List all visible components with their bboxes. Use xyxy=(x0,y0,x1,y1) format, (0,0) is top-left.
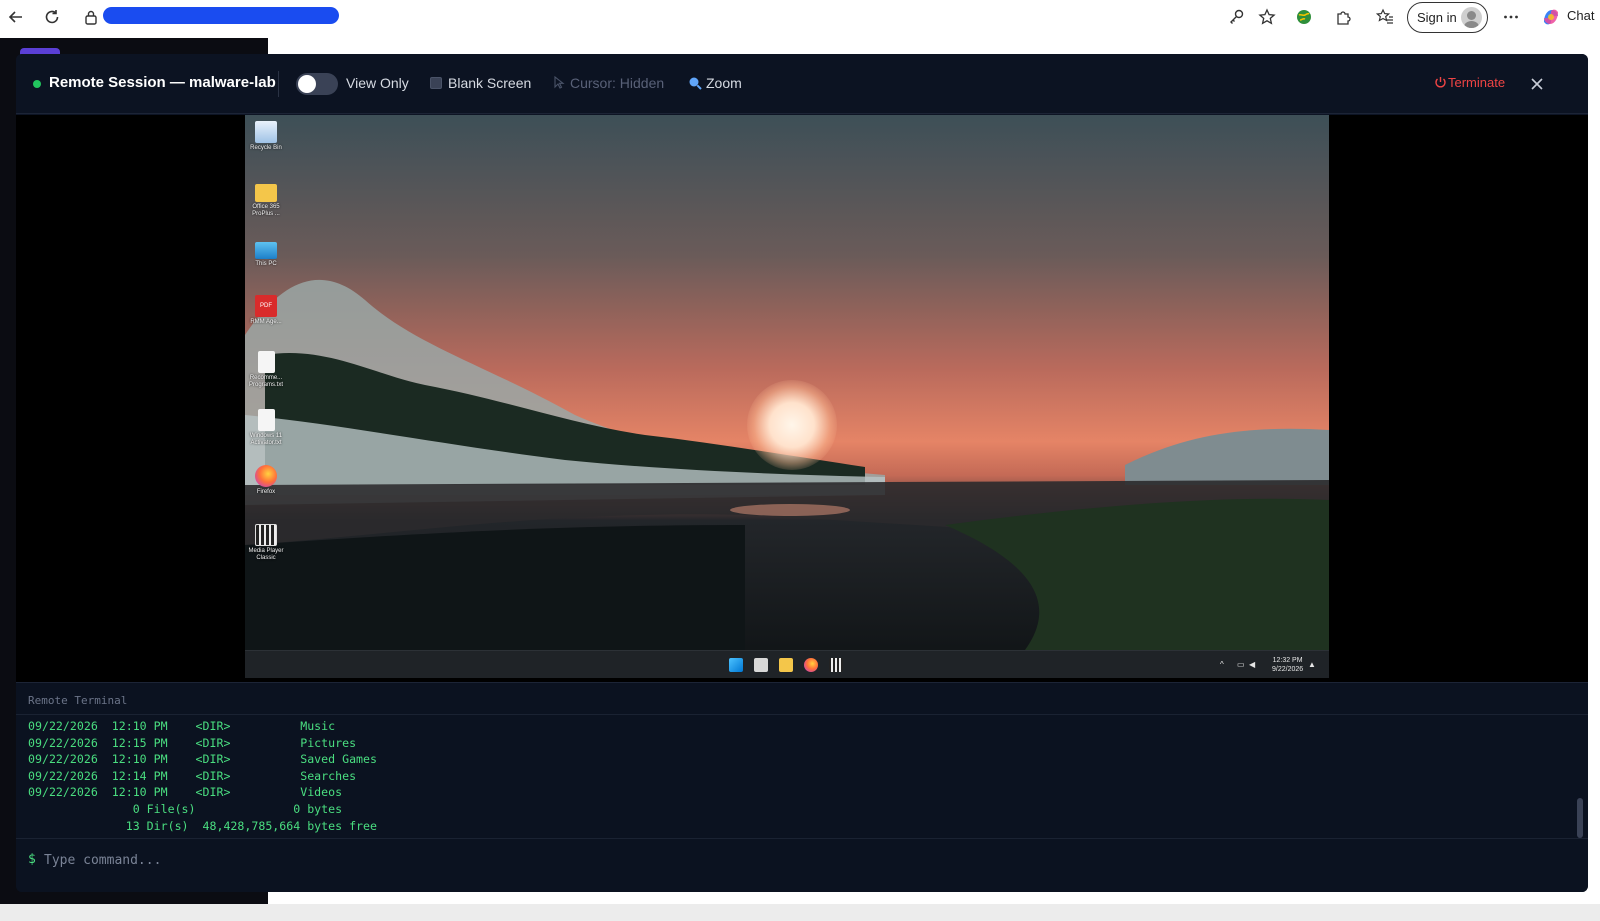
desktop-icon-label: Media Player Classic xyxy=(248,548,284,561)
cursor-hidden-label[interactable]: Cursor: Hidden xyxy=(570,75,664,91)
terminal-input-divider xyxy=(16,838,1588,839)
remote-screen-view[interactable]: Recycle Bin Office 365 ProPlus ... This … xyxy=(16,115,1588,682)
pdf-icon: PDF xyxy=(255,295,277,317)
desktop-icon[interactable]: Office 365 ProPlus ... xyxy=(246,180,286,218)
desktop-icon-label: Recomme... Programs.txt xyxy=(248,375,283,388)
desktop-icon-label: This PC xyxy=(255,261,277,267)
terminal-prompt: $ xyxy=(28,852,36,867)
view-only-toggle[interactable] xyxy=(296,73,338,95)
text-file-icon xyxy=(257,351,275,373)
terminal-line: 09/22/2026 12:15 PM <DIR> Pictures xyxy=(28,735,357,750)
underlying-page-footer xyxy=(0,904,1600,921)
network-icon[interactable]: ▭ xyxy=(1237,660,1247,669)
clock-date: 9/22/2026 xyxy=(1272,666,1304,673)
terminal-output: 09/22/2026 12:10 PM <DIR> Music 09/22/20… xyxy=(28,718,377,834)
desktop-icon-label: Firefox xyxy=(256,489,276,495)
desktop-icon[interactable]: Windows 11 Activator.txt xyxy=(246,409,286,447)
terminal-line: 13 Dir(s) 48,428,785,664 bytes free xyxy=(28,818,378,833)
address-bar-redacted[interactable] xyxy=(103,7,339,24)
taskbar-clock[interactable]: 12:32 PM 9/22/2026 xyxy=(1272,656,1303,674)
chat-label[interactable]: Chat xyxy=(1567,8,1594,23)
remote-desktop[interactable]: Recycle Bin Office 365 ProPlus ... This … xyxy=(245,115,1329,678)
refresh-icon[interactable] xyxy=(42,7,62,27)
desktop-icon[interactable]: PDF RMM Age... xyxy=(246,295,286,326)
connection-status-dot xyxy=(33,80,41,88)
cursor-icon xyxy=(552,75,566,90)
text-file-icon xyxy=(257,409,275,431)
zoom-label[interactable]: Zoom xyxy=(706,75,742,91)
sign-in-label: Sign in xyxy=(1417,10,1457,25)
volume-icon[interactable]: ◀ xyxy=(1249,660,1259,669)
desktop-icon[interactable]: This PC xyxy=(246,237,286,268)
header-divider xyxy=(278,71,279,97)
desktop-icon-label: Windows 11 Activator.txt xyxy=(249,433,283,446)
sun-glow xyxy=(747,380,837,470)
terminal-line: 0 File(s) 0 bytes xyxy=(28,801,343,816)
remote-taskbar: ^ ▭ ◀ 12:32 PM 9/22/2026 ▲ xyxy=(245,650,1329,678)
extensions-puzzle-icon[interactable] xyxy=(1333,7,1353,27)
media-player-icon xyxy=(255,524,277,546)
toggle-knob xyxy=(298,75,316,93)
terminal-line: 09/22/2026 12:14 PM <DIR> Searches xyxy=(28,768,357,783)
more-menu-icon[interactable] xyxy=(1501,7,1521,27)
file-explorer-icon[interactable] xyxy=(779,658,793,672)
notification-bell-icon[interactable]: ▲ xyxy=(1308,660,1318,669)
terminal-line: 09/22/2026 12:10 PM <DIR> Music xyxy=(28,719,336,733)
avatar-icon xyxy=(1461,7,1482,28)
clock-time: 12:32 PM xyxy=(1272,657,1303,664)
blank-screen-label[interactable]: Blank Screen xyxy=(448,75,531,91)
lock-icon[interactable] xyxy=(81,7,101,27)
desktop-icon-label: Office 365 ProPlus ... xyxy=(252,204,280,217)
desktop-icon-label: Recycle Bin xyxy=(250,145,282,151)
folder-icon xyxy=(255,184,277,202)
extension-globe-icon[interactable] xyxy=(1294,7,1314,27)
terminal-title: Remote Terminal xyxy=(28,694,128,707)
desktop-icon[interactable]: Recycle Bin xyxy=(246,121,286,152)
remote-session-modal: Remote Session — malware-lab View Only B… xyxy=(16,54,1588,892)
blank-screen-checkbox[interactable] xyxy=(430,77,442,89)
firefox-icon xyxy=(255,465,277,487)
sign-in-button[interactable]: Sign in xyxy=(1407,2,1488,33)
windows-start-icon[interactable] xyxy=(729,658,743,672)
taskbar-media-player-icon[interactable] xyxy=(829,658,843,672)
session-title: Remote Session — malware-lab xyxy=(49,74,276,91)
back-icon[interactable] xyxy=(6,7,26,27)
browser-toolbar: Sign in Chat xyxy=(0,0,1600,34)
key-icon[interactable] xyxy=(1227,7,1247,27)
recycle-bin-icon xyxy=(255,121,277,143)
monitor-icon xyxy=(255,242,277,259)
session-header: Remote Session — malware-lab View Only B… xyxy=(16,54,1588,114)
desktop-icon[interactable]: Firefox xyxy=(246,465,286,496)
terminal-line: 09/22/2026 12:10 PM <DIR> Saved Games xyxy=(28,752,378,767)
close-icon[interactable] xyxy=(1526,73,1548,95)
terminal-scrollbar[interactable] xyxy=(1577,798,1583,838)
terminal-line: 09/22/2026 12:10 PM <DIR> Videos xyxy=(28,785,343,800)
task-view-icon[interactable] xyxy=(754,658,768,672)
copilot-icon[interactable] xyxy=(1540,6,1562,28)
tray-chevron-icon[interactable]: ^ xyxy=(1220,660,1230,669)
view-only-label[interactable]: View Only xyxy=(346,75,409,91)
zoom-icon[interactable] xyxy=(688,76,702,90)
terminal-divider xyxy=(16,714,1588,715)
favorite-star-icon[interactable] xyxy=(1257,7,1277,27)
desktop-icon[interactable]: Media Player Classic xyxy=(246,524,286,562)
desktop-icon[interactable]: Recomme... Programs.txt xyxy=(246,351,286,389)
taskbar-firefox-icon[interactable] xyxy=(804,658,818,672)
terminate-button[interactable]: Terminate xyxy=(1448,75,1505,90)
power-icon[interactable] xyxy=(1434,76,1447,89)
command-input[interactable] xyxy=(44,848,1544,872)
favorites-collection-icon[interactable] xyxy=(1375,7,1395,27)
remote-terminal: Remote Terminal 09/22/2026 12:10 PM <DIR… xyxy=(16,682,1588,892)
desktop-icon-label: RMM Age... xyxy=(250,319,282,325)
